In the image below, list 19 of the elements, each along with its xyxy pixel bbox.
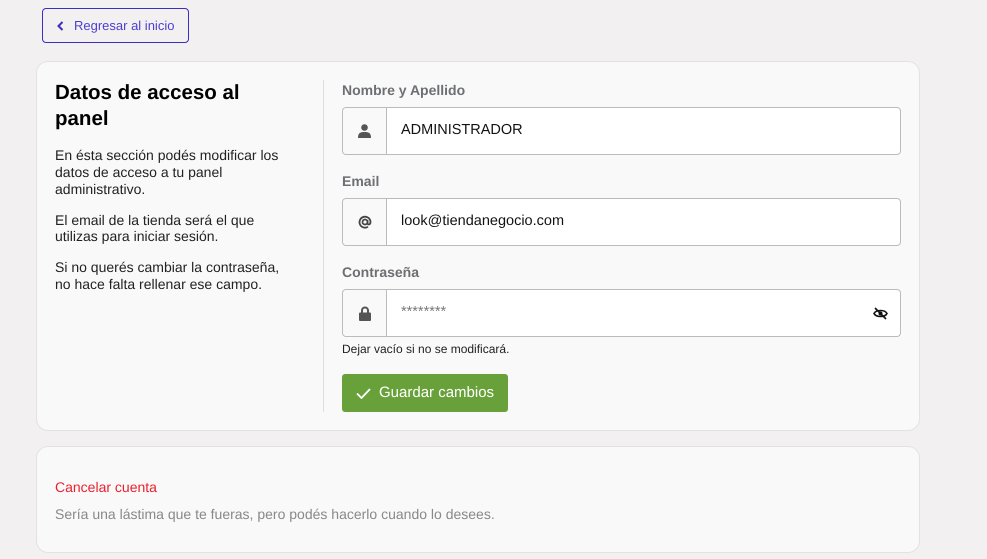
panel-heading: Datos de acceso al panel <box>55 80 241 132</box>
at-sign-icon <box>358 215 372 229</box>
text-field[interactable]: ******** <box>342 289 901 337</box>
check-icon <box>356 388 371 398</box>
description-text: Si no querés cambiar la contraseña, no hace falta rellenar ese campo. <box>55 259 280 293</box>
back-button[interactable]: Regresar al inicio <box>42 8 190 43</box>
field-label: Email <box>342 172 380 191</box>
field-label: Contraseña <box>342 263 420 282</box>
chevron-left-icon <box>57 20 64 30</box>
lock-icon <box>358 306 370 320</box>
description-text: El email de la tienda será el que utilizas para iniciar sesión. <box>55 212 256 246</box>
help-text: Dejar vacío si no se modificará. <box>342 341 510 358</box>
person-icon <box>358 124 371 138</box>
eye-slash-icon[interactable] <box>873 306 888 320</box>
field-label: Nombre y Apellido <box>342 81 466 100</box>
cancel-description: Sería una lástima que te fueras, pero podés hacerlo cuando lo desees. <box>55 505 496 524</box>
cancel-account-link[interactable]: Cancelar cuenta <box>55 477 901 498</box>
input-field[interactable]: ******** <box>387 290 861 336</box>
description-text: En ésta sección podés modificar los datos de acceso a tu panel administrativo. <box>55 147 280 198</box>
